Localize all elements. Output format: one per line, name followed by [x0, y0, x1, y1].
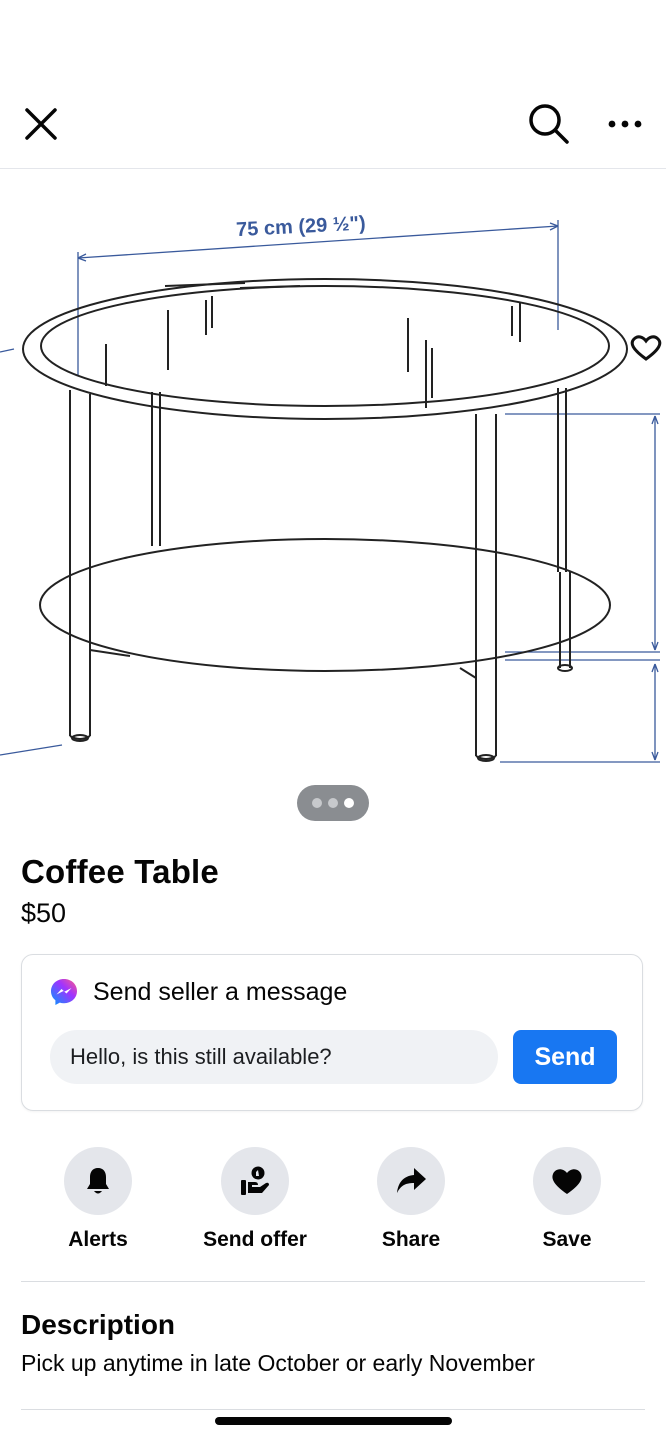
pager-dot — [328, 798, 338, 808]
send-button[interactable]: Send — [513, 1030, 617, 1084]
message-seller-card: Send seller a message Hello, is this sti… — [21, 954, 643, 1111]
share-icon-circle — [377, 1147, 445, 1215]
messenger-icon — [51, 979, 77, 1005]
save-label: Save — [542, 1228, 592, 1251]
save-button[interactable]: Save — [489, 1147, 645, 1252]
message-card-header: Send seller a message — [49, 977, 347, 1007]
pager-dot — [312, 798, 322, 808]
more-options-button[interactable] — [602, 100, 648, 148]
section-divider — [21, 1281, 645, 1282]
bell-icon — [87, 1168, 109, 1194]
offer-hand-icon — [241, 1166, 269, 1195]
alerts-label: Alerts — [68, 1228, 128, 1251]
send-offer-icon-circle — [221, 1147, 289, 1215]
search-icon — [529, 104, 569, 144]
listing-price: $50 — [21, 898, 67, 928]
section-divider — [21, 1409, 645, 1410]
heart-icon — [552, 1169, 582, 1194]
listing-photo[interactable]: 75 cm (29 ½") — [0, 169, 666, 831]
dimension-label: 75 cm (29 ½") — [236, 212, 367, 241]
pager-dot-active — [344, 798, 354, 808]
photo-pager[interactable] — [297, 785, 369, 821]
listing-title: Coffee Table — [21, 853, 219, 890]
save-icon-circle — [533, 1147, 601, 1215]
description-heading: Description — [21, 1309, 176, 1340]
home-indicator[interactable] — [215, 1417, 452, 1425]
close-button[interactable] — [18, 100, 64, 148]
share-label: Share — [381, 1228, 441, 1251]
alerts-icon-circle — [64, 1147, 132, 1215]
heart-outline-icon — [630, 335, 662, 361]
alerts-button[interactable]: Alerts — [20, 1147, 176, 1252]
description-text: Pick up anytime in late October or early… — [21, 1350, 535, 1376]
send-offer-label: Send offer — [203, 1228, 307, 1251]
close-icon — [25, 108, 57, 140]
more-horizontal-icon — [608, 120, 642, 128]
coffee-table-drawing: 75 cm (29 ½") — [0, 212, 660, 763]
message-card-heading: Send seller a message — [93, 977, 348, 1006]
message-input[interactable]: Hello, is this still available? — [50, 1030, 498, 1084]
action-row: Alerts Send offer Share Save — [0, 1147, 666, 1259]
share-arrow-icon — [397, 1168, 426, 1193]
share-button[interactable]: Share — [333, 1147, 489, 1252]
top-bar — [0, 0, 666, 169]
send-offer-button[interactable]: Send offer — [177, 1147, 333, 1252]
search-button[interactable] — [524, 100, 574, 148]
save-photo-button[interactable] — [626, 329, 666, 365]
